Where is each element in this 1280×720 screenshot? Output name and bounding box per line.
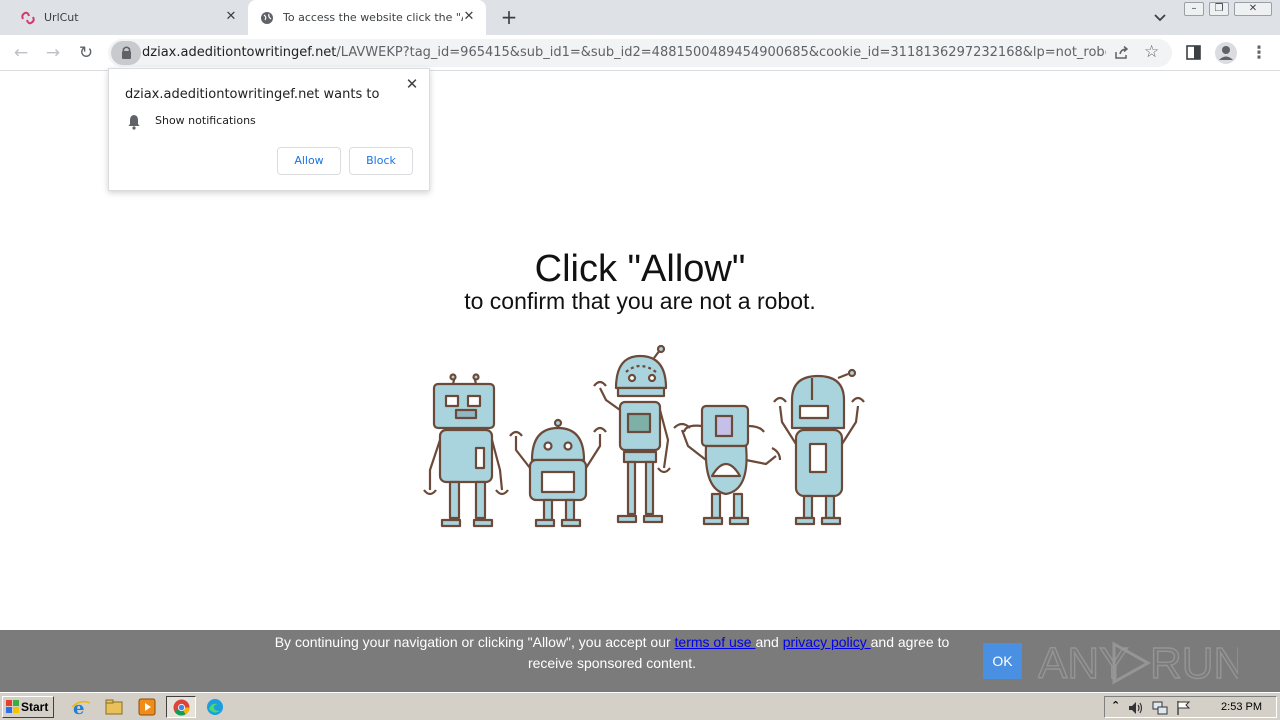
minimize-button[interactable]: –: [1184, 2, 1204, 16]
permission-label: Show notifications: [155, 114, 256, 127]
start-button[interactable]: Start: [2, 696, 54, 718]
page-subtitle: to confirm that you are not a robot.: [464, 288, 816, 314]
globe-icon: [261, 11, 273, 24]
bell-icon: [128, 115, 140, 130]
close-icon[interactable]: ✕: [403, 75, 421, 93]
site-info-button[interactable]: [111, 41, 141, 65]
windows-logo-icon: [6, 700, 19, 713]
back-arrow-icon[interactable]: ←: [10, 42, 32, 64]
page-title: Click "Allow": [534, 248, 746, 290]
privacy-policy-link[interactable]: privacy policy: [783, 634, 871, 650]
robot-2-image: [509, 418, 607, 528]
browser-toolbar: ← → ↻ dziax.adeditiontowritingef.net/LAV…: [0, 35, 1280, 71]
system-tray: ⌃ 2:53 PM: [1104, 696, 1277, 718]
chrome-taskbar-button[interactable]: [166, 696, 196, 718]
consent-text-before: By continuing your navigation or clickin…: [274, 634, 675, 650]
url-path: /LAVWEKP?tag_id=965415&sub_id1=&sub_id2=…: [336, 45, 1106, 60]
consent-text: By continuing your navigation or clickin…: [262, 632, 962, 674]
lock-icon: [122, 46, 131, 59]
edge-icon[interactable]: [204, 697, 226, 717]
new-tab-button[interactable]: +: [498, 6, 520, 28]
bookmark-star-icon[interactable]: ☆: [1144, 42, 1159, 62]
notification-permission-dialog: dziax.adeditiontowritingef.net wants to …: [108, 68, 430, 191]
network-icon[interactable]: [1151, 699, 1169, 717]
close-window-button[interactable]: ✕: [1234, 2, 1272, 16]
terms-of-use-link[interactable]: terms of use: [675, 634, 756, 650]
permission-heading: dziax.adeditiontowritingef.net wants to: [125, 87, 380, 102]
reload-icon[interactable]: ↻: [75, 42, 97, 64]
svg-text:e: e: [73, 698, 84, 717]
robot-1-image: [423, 373, 509, 528]
svg-text:RUN: RUN: [1150, 639, 1238, 688]
close-tab-icon[interactable]: ✕: [224, 10, 238, 24]
cookie-consent-bar: By continuing your navigation or clickin…: [0, 630, 1280, 692]
block-button[interactable]: Block: [349, 147, 413, 175]
menu-kebab-icon[interactable]: ⋮: [1248, 42, 1270, 64]
tab-urlcut[interactable]: UrlCut ✕: [8, 0, 248, 35]
tray-expand-icon[interactable]: ⌃: [1111, 699, 1120, 712]
taskbar-clock[interactable]: 2:53 PM: [1221, 701, 1262, 713]
urlcut-favicon-icon: [21, 11, 35, 24]
robot-4-image: [673, 404, 782, 526]
url-host: dziax.adeditiontowritingef.net: [142, 45, 337, 60]
chrome-icon: [173, 699, 190, 716]
anyrun-watermark-logo: ANY RUN: [1038, 638, 1238, 688]
robot-5-image: [773, 368, 865, 526]
forward-arrow-icon[interactable]: →: [42, 42, 64, 64]
action-center-flag-icon[interactable]: [1175, 699, 1193, 717]
start-label: Start: [21, 700, 49, 714]
tab-title: UrlCut: [44, 11, 79, 24]
share-icon[interactable]: [1114, 46, 1130, 60]
ok-button[interactable]: OK: [983, 643, 1022, 679]
url-text[interactable]: dziax.adeditiontowritingef.net/LAVWEKP?t…: [142, 39, 1106, 67]
tab-active[interactable]: To access the website click the "Allow" …: [248, 0, 486, 35]
volume-icon[interactable]: [1127, 699, 1145, 717]
side-panel-icon[interactable]: [1186, 45, 1201, 60]
tab-search-chevron-icon[interactable]: [1153, 10, 1167, 24]
maximize-button[interactable]: ❐: [1209, 2, 1229, 16]
consent-text-mid: and: [755, 634, 783, 650]
allow-button[interactable]: Allow: [277, 147, 341, 175]
tab-title: To access the website click the "Allow": [283, 11, 463, 24]
address-bar[interactable]: dziax.adeditiontowritingef.net/LAVWEKP?t…: [108, 39, 1172, 67]
robot-3-image: [593, 344, 671, 524]
media-player-icon[interactable]: [136, 697, 158, 717]
robots-illustration: [423, 344, 865, 528]
profile-avatar-icon[interactable]: [1214, 41, 1238, 65]
file-explorer-icon[interactable]: [103, 697, 125, 717]
close-tab-icon[interactable]: ✕: [462, 10, 476, 24]
windows-taskbar: Start e ⌃ 2:53 PM: [0, 692, 1280, 720]
tab-strip: UrlCut ✕ To access the website click the…: [0, 0, 1280, 35]
internet-explorer-icon[interactable]: e: [70, 697, 92, 717]
